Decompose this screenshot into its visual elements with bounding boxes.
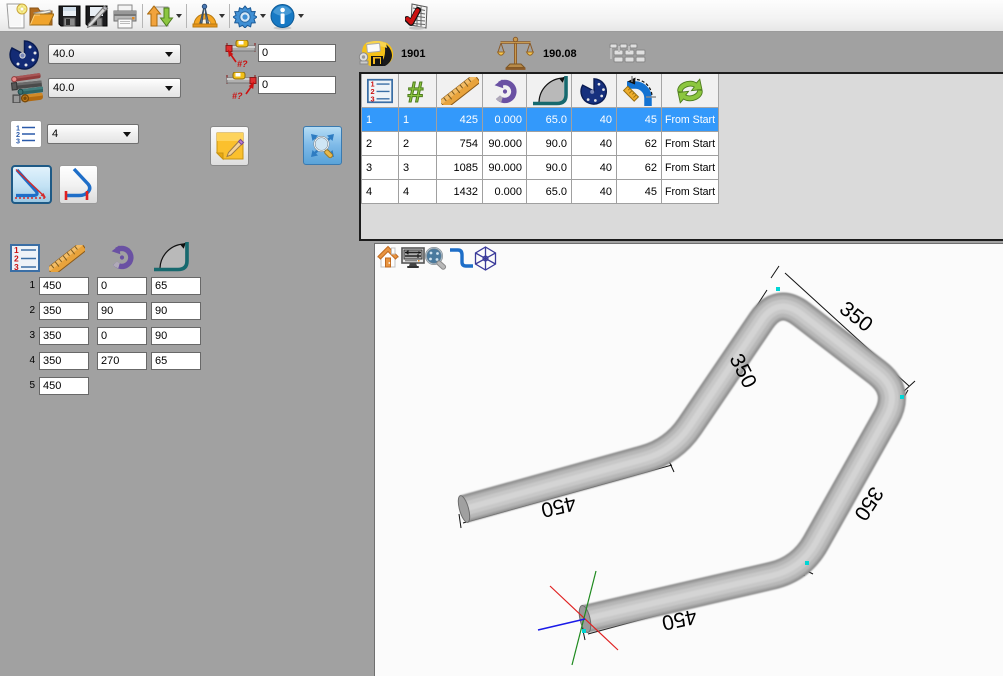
svg-text:#?: #? [237, 59, 248, 68]
svg-text:3: 3 [370, 94, 374, 103]
svg-text:3: 3 [14, 262, 19, 272]
svg-text:#: # [407, 77, 424, 105]
svg-text:3: 3 [16, 137, 20, 145]
svg-text:#?: #? [232, 91, 243, 100]
